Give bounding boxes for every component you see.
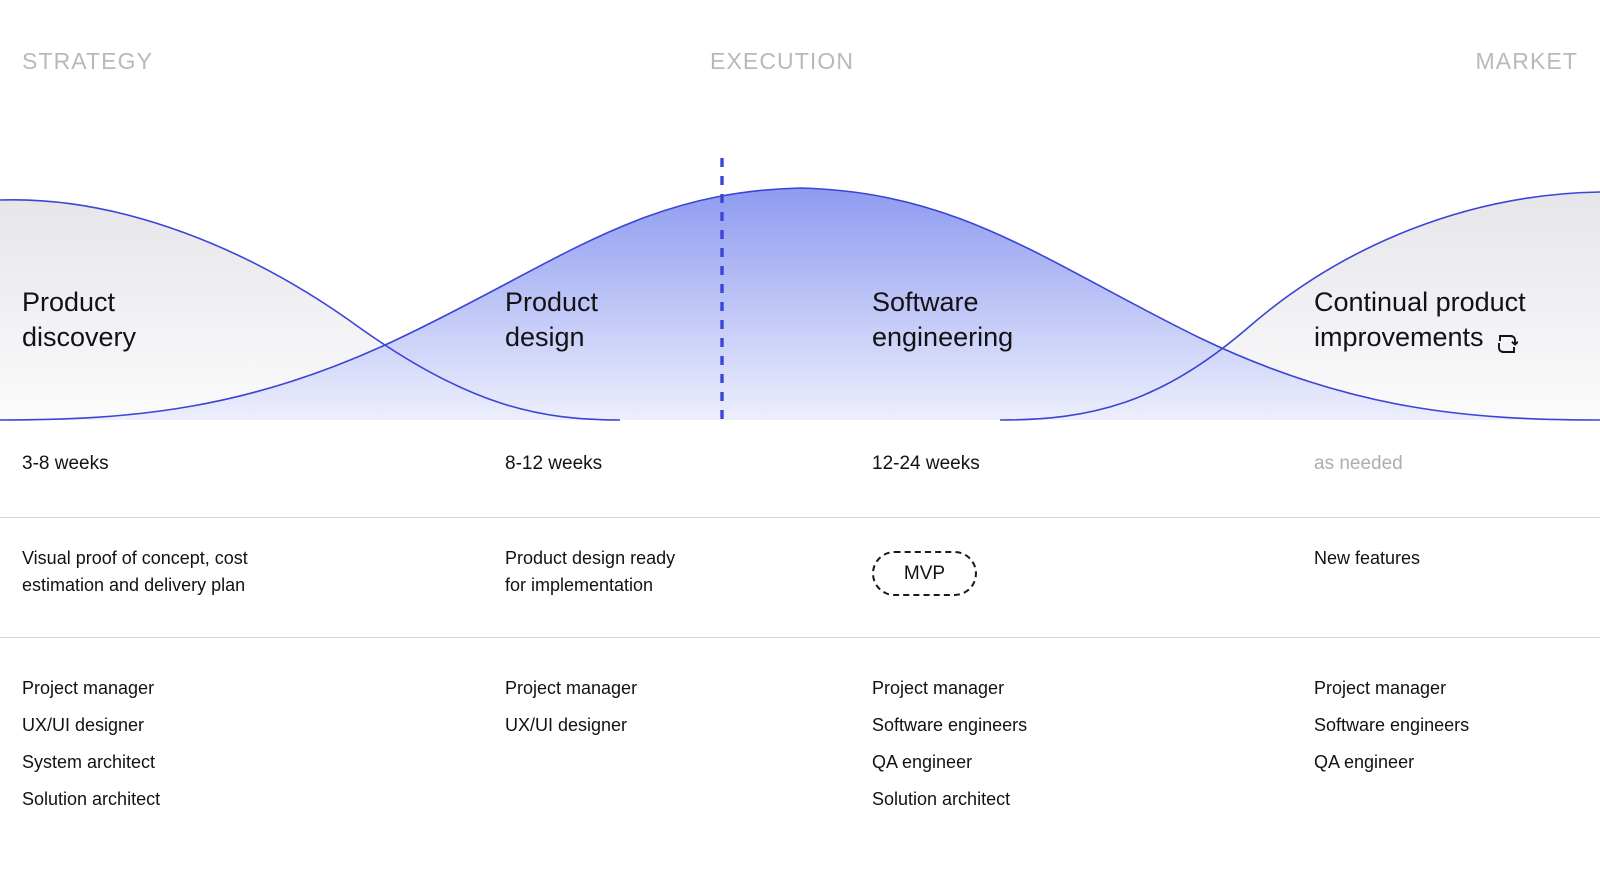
outcome-line2: estimation and delivery plan — [22, 575, 246, 595]
stage-label-market: MARKET — [1475, 48, 1578, 74]
outcome-discovery: Visual proof of concept, cost estimation… — [22, 545, 248, 599]
outcome-line1: New features — [1314, 548, 1421, 568]
outcome-row: Visual proof of concept, cost estimation… — [0, 545, 1600, 625]
role-item: Project manager — [22, 678, 155, 698]
mvp-badge: MVP — [872, 551, 977, 596]
divider-above-roles — [0, 637, 1600, 638]
role-item: UX/UI designer — [22, 715, 145, 735]
role-item: Project manager — [872, 678, 1005, 698]
duration-design: 8-12 weeks — [505, 453, 603, 474]
role-item: QA engineer — [872, 752, 973, 772]
role-item: Project manager — [505, 678, 638, 698]
role-item: Software engineers — [1314, 715, 1470, 735]
outcome-design: Product design ready for implementation — [505, 545, 675, 599]
duration-improvements: as needed — [1314, 453, 1403, 474]
role-item: UX/UI designer — [505, 715, 628, 735]
role-item: Solution architect — [22, 789, 161, 809]
duration-engineering: 12-24 weeks — [872, 453, 980, 474]
outcome-line1: Product design ready — [505, 548, 676, 568]
duration-row: 3-8 weeks 8-12 weeks 12-24 weeks as need… — [0, 450, 1600, 490]
role-item: Software engineers — [872, 715, 1028, 735]
role-item: Solution architect — [872, 789, 1011, 809]
stage-header: STRATEGY EXECUTION MARKET — [0, 46, 1600, 84]
stage-label-strategy: STRATEGY — [22, 48, 154, 74]
lifecycle-diagram: STRATEGY EXECUTION MARKET Product discov… — [0, 0, 1600, 872]
roles-design: Project manager UX/UI designer — [505, 670, 637, 744]
roles-improvements: Project manager Software engineers QA en… — [1314, 670, 1469, 781]
role-item: QA engineer — [1314, 752, 1415, 772]
stage-label-execution: EXECUTION — [710, 48, 855, 74]
outcome-improvements: New features — [1314, 545, 1420, 572]
duration-discovery: 3-8 weeks — [22, 453, 109, 474]
outcome-line2: for implementation — [505, 575, 654, 595]
role-item: Project manager — [1314, 678, 1447, 698]
effort-curve-chart — [0, 158, 1600, 421]
divider-above-outcomes — [0, 517, 1600, 518]
roles-engineering: Project manager Software engineers QA en… — [872, 670, 1027, 818]
roles-discovery: Project manager UX/UI designer System ar… — [22, 670, 160, 818]
outcome-line1: Visual proof of concept, cost — [22, 548, 248, 568]
role-item: System architect — [22, 752, 156, 772]
roles-row: Project manager UX/UI designer System ar… — [0, 670, 1600, 850]
curve-svg — [0, 158, 1600, 421]
